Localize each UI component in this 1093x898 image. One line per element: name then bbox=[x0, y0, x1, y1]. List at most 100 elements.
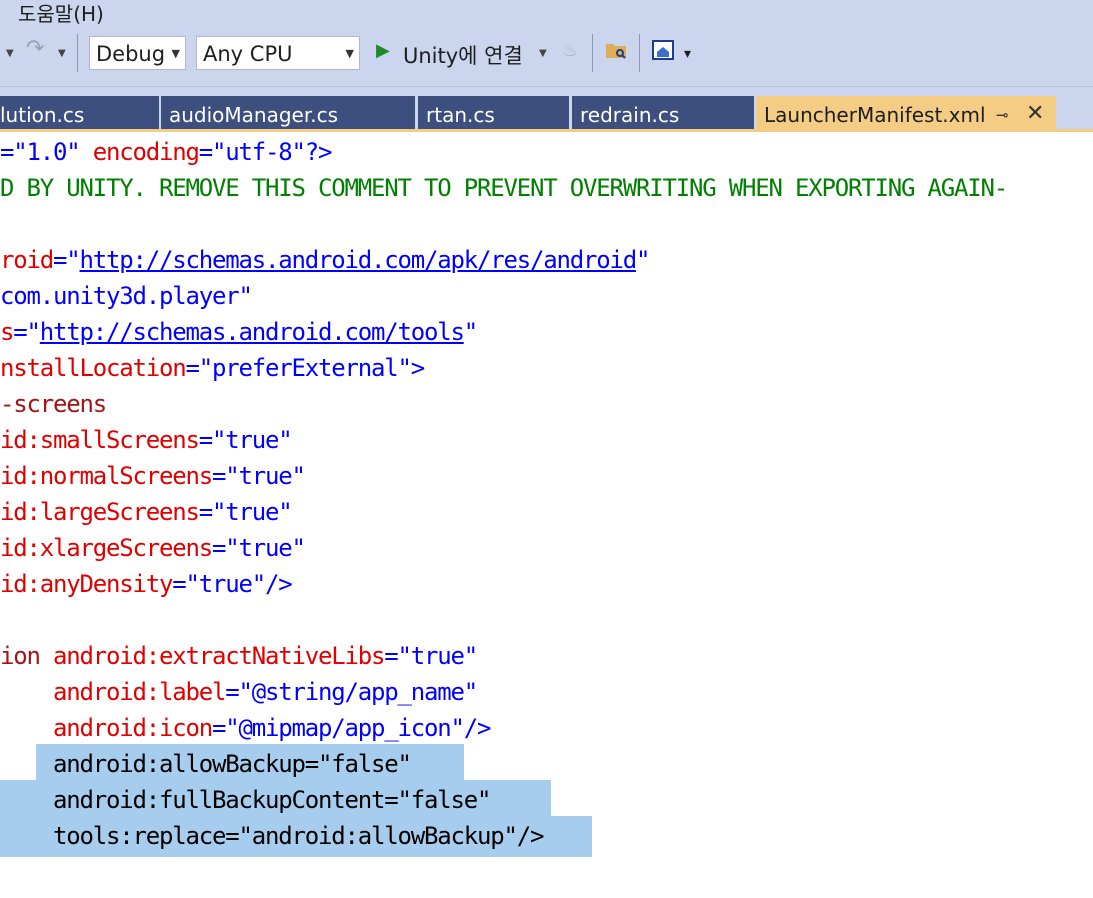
code-token: true bbox=[225, 498, 279, 526]
platform-value: Any CPU bbox=[203, 42, 293, 66]
code-token: =" bbox=[225, 678, 253, 706]
attach-unity-button[interactable]: Unity에 연결 bbox=[403, 40, 523, 70]
code-token: preferExternal bbox=[212, 354, 399, 382]
code-token: " bbox=[278, 498, 292, 526]
code-token: encoding bbox=[92, 138, 200, 166]
code-token: android:label bbox=[53, 678, 226, 706]
code-token: " bbox=[463, 318, 478, 346]
code-line: nstallLocation="preferExternal"> bbox=[0, 350, 426, 386]
code-token: roid bbox=[0, 246, 54, 274]
code-line: s="http://schemas.android.com/tools" bbox=[0, 314, 478, 350]
code-line: D BY UNITY. REMOVE THIS COMMENT TO PREVE… bbox=[0, 170, 1008, 206]
tab-launchermanifest-xml[interactable]: LauncherManifest.xml bbox=[756, 96, 1056, 132]
play-icon[interactable]: ▶ bbox=[376, 40, 390, 61]
code-token: =" bbox=[198, 426, 227, 454]
code-token: true bbox=[238, 534, 293, 562]
code-token: "> bbox=[397, 354, 426, 382]
chevron-down-icon: ▼ bbox=[171, 47, 180, 60]
toolbar-separator bbox=[77, 34, 78, 72]
tab-rtan-cs[interactable]: rtan.cs bbox=[418, 96, 569, 132]
platform-dropdown[interactable]: Any CPU ▼ bbox=[196, 36, 360, 70]
code-token: true bbox=[238, 462, 293, 490]
code-line: id:xlargeScreens="true" bbox=[0, 530, 306, 566]
code-token: " bbox=[463, 678, 478, 706]
code-token: " bbox=[278, 426, 292, 454]
code-token: " bbox=[291, 534, 306, 562]
code-line: roid="http://schemas.android.com/apk/res… bbox=[0, 242, 650, 278]
code-line: id:largeScreens="true" bbox=[0, 494, 293, 530]
code-token: id:normalScreens bbox=[0, 462, 213, 490]
code-line: ="1.0" encoding="utf-8"?> bbox=[0, 134, 333, 170]
code-line: android:icon="@mipmap/app_icon"/> bbox=[0, 710, 492, 746]
home-window-icon[interactable] bbox=[652, 40, 674, 66]
code-token: -screens bbox=[0, 390, 107, 418]
code-token: "?> bbox=[291, 138, 333, 166]
code-token: =" bbox=[172, 570, 200, 598]
folder-search-icon[interactable] bbox=[604, 38, 628, 66]
code-token: " bbox=[238, 282, 253, 310]
code-token: android:extractNativeLibs bbox=[53, 642, 385, 670]
undo-dropdown-arrow-icon[interactable]: ▼ bbox=[6, 48, 14, 59]
code-line: tools:replace="android:allowBackup"/> bbox=[0, 818, 544, 854]
code-line: id:normalScreens="true" bbox=[0, 458, 306, 494]
code-token: =" bbox=[212, 534, 240, 562]
redo-icon[interactable]: ↷ bbox=[26, 36, 44, 61]
code-token: id:largeScreens bbox=[0, 498, 200, 526]
code-token[interactable]: http://schemas.android.com/apk/res/andro… bbox=[80, 246, 638, 274]
code-token: true bbox=[410, 642, 465, 670]
code-token: android:allowBackup="false" bbox=[0, 750, 412, 778]
code-token: =" bbox=[0, 138, 28, 166]
document-tab-strip: lution.cs audioManager.cs rtan.cs redrai… bbox=[0, 87, 1093, 132]
menu-help[interactable]: 도움말(H) bbox=[18, 0, 104, 27]
code-token: true bbox=[225, 426, 279, 454]
chevron-down-icon: ▼ bbox=[345, 47, 354, 60]
toolbar-overflow-icon[interactable]: ▾ bbox=[684, 46, 691, 62]
tab-label: lution.cs bbox=[0, 103, 85, 127]
code-token: id:smallScreens bbox=[0, 426, 200, 454]
code-token: =" bbox=[198, 498, 227, 526]
tab-redrain-cs[interactable]: redrain.cs bbox=[572, 96, 754, 132]
code-token: s bbox=[0, 318, 14, 346]
code-token: true bbox=[198, 570, 253, 598]
hot-reload-flame-icon[interactable]: ♨ bbox=[562, 40, 578, 61]
code-token: "/> bbox=[251, 570, 293, 598]
code-token: 1.0 bbox=[26, 138, 68, 166]
code-token: " bbox=[463, 642, 478, 670]
code-token: tools:replace="android:allowBackup"/> bbox=[0, 822, 544, 850]
code-token: nstallLocation bbox=[0, 354, 187, 382]
toolbar-separator bbox=[639, 34, 640, 72]
code-token: "/> bbox=[450, 714, 492, 742]
tab-label: LauncherManifest.xml bbox=[764, 103, 986, 127]
code-line: id:smallScreens="true" bbox=[0, 422, 293, 458]
attach-dropdown-arrow-icon[interactable]: ▼ bbox=[539, 48, 547, 59]
redo-dropdown-arrow-icon[interactable]: ▼ bbox=[58, 48, 66, 59]
code-token: android:fullBackupContent="false" bbox=[0, 786, 491, 814]
code-token: =" bbox=[212, 714, 240, 742]
code-editor[interactable]: ="1.0" encoding="utf-8"?> D BY UNITY. REM… bbox=[0, 132, 1093, 898]
code-line: android:allowBackup="false" bbox=[0, 746, 412, 782]
configuration-dropdown[interactable]: Debug ▼ bbox=[89, 36, 186, 70]
code-token: " bbox=[66, 138, 93, 166]
code-line: id:anyDensity="true"/> bbox=[0, 566, 293, 602]
code-token: D BY UNITY. REMOVE THIS COMMENT TO PREVE… bbox=[0, 174, 1008, 202]
code-token: @string/app_name bbox=[251, 678, 465, 706]
code-line: android:label="@string/app_name" bbox=[0, 674, 478, 710]
code-line: -screens bbox=[0, 386, 107, 422]
code-token: =" bbox=[53, 246, 81, 274]
close-tab-icon[interactable]: ✕ bbox=[1026, 96, 1044, 132]
tab-label: rtan.cs bbox=[426, 103, 495, 127]
code-token: id:xlargeScreens bbox=[0, 534, 213, 562]
tab-audiomanager-cs[interactable]: audioManager.cs bbox=[161, 96, 415, 132]
pin-tab-icon[interactable]: ⊸ bbox=[996, 96, 1009, 132]
code-token[interactable]: http://schemas.android.com/tools bbox=[40, 318, 465, 346]
toolbar-separator bbox=[592, 34, 593, 72]
tab-solution-cs[interactable]: lution.cs bbox=[0, 96, 159, 132]
tab-label: audioManager.cs bbox=[169, 103, 339, 127]
code-token: utf-8 bbox=[225, 138, 292, 166]
code-token: ion bbox=[0, 642, 53, 670]
code-token: =" bbox=[384, 642, 412, 670]
code-token: =" bbox=[198, 138, 227, 166]
toolbar: ▼ ↷ ▼ Debug ▼ Any CPU ▼ ▶ Unity에 연결 ▼ ♨ … bbox=[0, 26, 1093, 87]
